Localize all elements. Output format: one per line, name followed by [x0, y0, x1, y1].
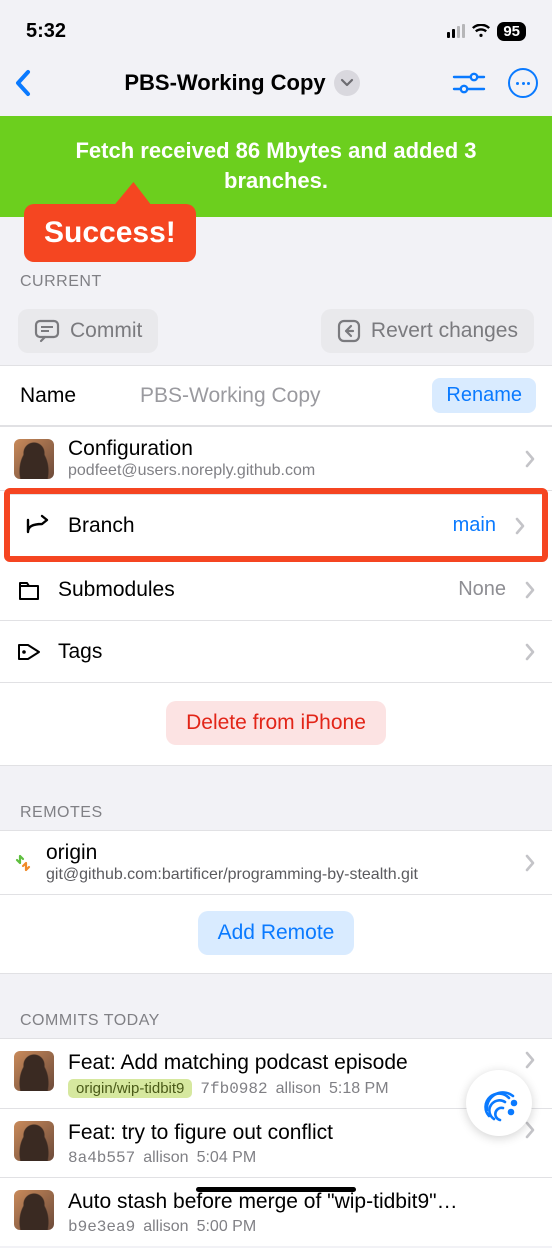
delete-button[interactable]: Delete from iPhone — [166, 701, 386, 745]
branch-value: main — [453, 514, 496, 537]
status-time: 5:32 — [26, 20, 66, 43]
section-header-remotes: REMOTES — [0, 766, 552, 830]
section-header-commits: COMMITS TODAY — [0, 974, 552, 1038]
settings-sliders-button[interactable] — [452, 71, 486, 95]
avatar — [14, 1051, 54, 1091]
commit-author: allison — [143, 1218, 188, 1236]
commit-time: 5:18 PM — [329, 1080, 389, 1098]
commit-hash: 8a4b557 — [68, 1149, 135, 1167]
cellular-icon — [447, 24, 465, 38]
commit-hash: 7fb0982 — [200, 1080, 267, 1098]
name-value: PBS-Working Copy — [140, 384, 432, 408]
commit-time: 5:00 PM — [197, 1218, 257, 1236]
submodules-title: Submodules — [58, 578, 444, 602]
more-button[interactable] — [508, 68, 538, 98]
config-email: podfeet@users.noreply.github.com — [68, 462, 510, 480]
fetch-banner: Fetch received 86 Mbytes and added 3 bra… — [0, 116, 552, 217]
remote-url: git@github.com:bartificer/programming-by… — [46, 866, 510, 884]
page-title: PBS-Working Copy — [124, 70, 325, 96]
status-bar: 5:32 95 — [0, 0, 552, 56]
delete-row: Delete from iPhone — [0, 683, 552, 766]
chevron-right-icon — [524, 581, 536, 599]
commit-title: Auto stash before merge of "wip-tidbit9"… — [68, 1190, 536, 1214]
commit-hash: b9e3ea9 — [68, 1218, 135, 1236]
name-label: Name — [20, 384, 140, 408]
branch-icon — [24, 514, 54, 538]
chevron-right-icon — [514, 517, 526, 535]
branch-row[interactable]: Branch main — [10, 494, 542, 556]
title-dropdown[interactable] — [334, 70, 360, 96]
status-indicators: 95 — [447, 22, 526, 41]
chevron-right-icon — [524, 450, 536, 468]
config-title: Configuration — [68, 437, 510, 461]
submodules-row[interactable]: Submodules None — [0, 559, 552, 621]
commit-time: 5:04 PM — [197, 1149, 257, 1167]
commit-title: Feat: try to figure out conflict — [68, 1121, 510, 1145]
commit-author: allison — [143, 1149, 188, 1167]
branch-title: Branch — [68, 514, 439, 538]
avatar — [14, 1121, 54, 1161]
name-row: Name PBS-Working Copy Rename — [0, 365, 552, 426]
remote-name: origin — [46, 841, 510, 865]
configuration-row[interactable]: Configuration podfeet@users.noreply.gith… — [0, 426, 552, 491]
success-annotation: Success! — [24, 204, 196, 262]
commit-button[interactable]: Commit — [18, 309, 158, 353]
avatar — [14, 1190, 54, 1230]
commit-row[interactable]: Feat: try to figure out conflict 8a4b557… — [0, 1109, 552, 1178]
wifi-icon — [471, 24, 491, 38]
home-indicator[interactable] — [196, 1187, 356, 1192]
chevron-right-icon — [524, 1121, 536, 1139]
commit-author: allison — [276, 1080, 321, 1098]
revert-button[interactable]: Revert changes — [321, 309, 534, 353]
branch-highlight: Branch main — [4, 488, 548, 562]
battery-icon: 95 — [497, 22, 526, 41]
avatar — [14, 439, 54, 479]
chevron-right-icon — [524, 643, 536, 661]
submodules-icon — [14, 578, 44, 602]
remote-origin-row[interactable]: origin git@github.com:bartificer/program… — [0, 830, 552, 895]
chevron-down-icon — [340, 78, 354, 88]
commit-icon — [34, 319, 60, 343]
nav-bar: PBS-Working Copy — [0, 56, 552, 116]
back-button[interactable] — [14, 69, 32, 97]
sliders-icon — [452, 71, 486, 95]
remote-icon — [14, 854, 32, 872]
chevron-right-icon — [524, 1051, 536, 1069]
tags-row[interactable]: Tags — [0, 621, 552, 683]
add-remote-row: Add Remote — [0, 895, 552, 974]
current-actions: Commit Revert changes — [0, 299, 552, 365]
add-remote-button[interactable]: Add Remote — [198, 911, 355, 955]
revert-icon — [337, 319, 361, 343]
commit-title: Feat: Add matching podcast episode — [68, 1051, 510, 1075]
tags-title: Tags — [58, 640, 510, 664]
fingerprint-icon — [478, 1082, 520, 1124]
tag-icon — [14, 641, 44, 663]
chevron-right-icon — [524, 854, 536, 872]
submodules-value: None — [458, 578, 506, 601]
branch-chip: origin/wip-tidbit9 — [68, 1079, 192, 1098]
rename-button[interactable]: Rename — [432, 378, 536, 413]
fingerprint-button[interactable] — [466, 1070, 532, 1136]
